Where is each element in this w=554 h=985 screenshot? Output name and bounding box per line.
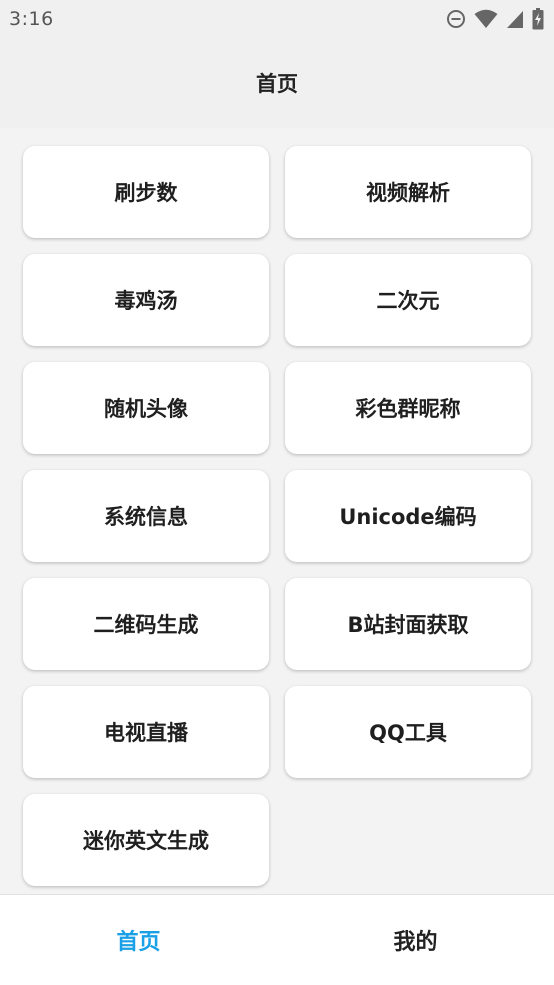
tile-label: 毒鸡汤 xyxy=(114,289,178,313)
tile-label: 二次元 xyxy=(376,289,440,313)
tile-step-count[interactable]: 刷步数 xyxy=(23,146,269,238)
nav-label-home: 首页 xyxy=(116,930,161,955)
status-time: 3:16 xyxy=(9,8,54,30)
nav-item-home[interactable]: 首页 xyxy=(0,895,277,985)
tile-color-nickname[interactable]: 彩色群昵称 xyxy=(285,362,531,454)
battery-charging-icon xyxy=(532,8,544,30)
tile-label: 系统信息 xyxy=(104,505,188,529)
tile-tv-live[interactable]: 电视直播 xyxy=(23,686,269,778)
status-icons xyxy=(446,8,544,30)
tile-random-avatar[interactable]: 随机头像 xyxy=(23,362,269,454)
do-not-disturb-icon xyxy=(446,9,466,29)
tile-label: 电视直播 xyxy=(104,721,188,745)
nav-label-mine: 我的 xyxy=(393,930,438,955)
tile-label: Unicode编码 xyxy=(339,505,477,529)
tile-label: 随机头像 xyxy=(104,397,188,421)
app-header: 首页 xyxy=(0,38,554,128)
page-title: 首页 xyxy=(256,72,298,96)
tile-label: 迷你英文生成 xyxy=(83,829,209,853)
tile-label: 视频解析 xyxy=(366,181,450,205)
tile-label: B站封面获取 xyxy=(347,613,469,637)
bottom-nav: 首页 我的 xyxy=(0,894,554,985)
tile-anime[interactable]: 二次元 xyxy=(285,254,531,346)
tile-video-parse[interactable]: 视频解析 xyxy=(285,146,531,238)
tile-label: 二维码生成 xyxy=(93,613,199,637)
tile-system-info[interactable]: 系统信息 xyxy=(23,470,269,562)
tile-label: QQ工具 xyxy=(369,721,447,745)
tile-qq-tools[interactable]: QQ工具 xyxy=(285,686,531,778)
tool-grid: 刷步数 视频解析 毒鸡汤 二次元 随机头像 彩色群昵称 系统信息 Unicode… xyxy=(23,146,531,886)
tile-label: 彩色群昵称 xyxy=(355,397,461,421)
cellular-signal-icon xyxy=(506,9,524,29)
tile-qrcode-generate[interactable]: 二维码生成 xyxy=(23,578,269,670)
tile-mini-english[interactable]: 迷你英文生成 xyxy=(23,794,269,886)
tile-bilibili-cover[interactable]: B站封面获取 xyxy=(285,578,531,670)
tile-unicode-encode[interactable]: Unicode编码 xyxy=(285,470,531,562)
status-bar: 3:16 xyxy=(0,0,554,38)
nav-item-mine[interactable]: 我的 xyxy=(277,895,554,985)
tile-label: 刷步数 xyxy=(114,181,178,205)
content-area: 刷步数 视频解析 毒鸡汤 二次元 随机头像 彩色群昵称 系统信息 Unicode… xyxy=(0,128,554,894)
tile-chicken-soup[interactable]: 毒鸡汤 xyxy=(23,254,269,346)
wifi-icon xyxy=(474,9,498,29)
